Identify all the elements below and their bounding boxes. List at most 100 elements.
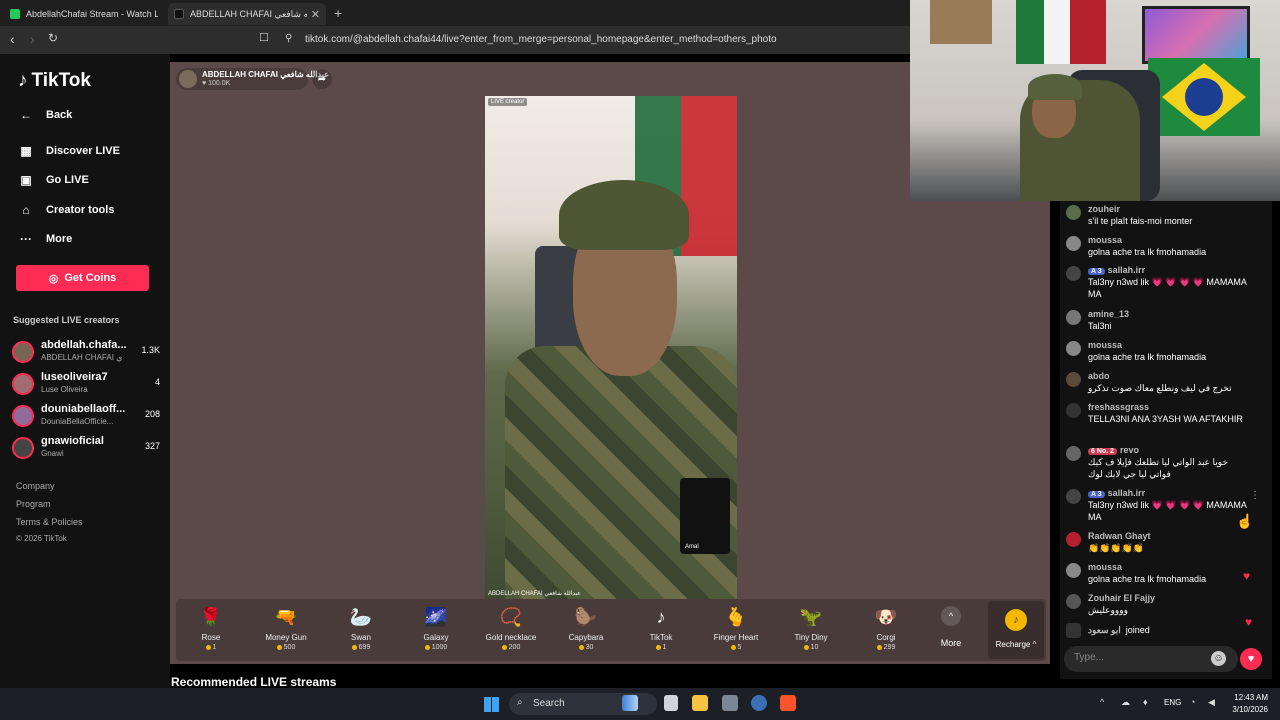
wifi-icon[interactable]: ◔ (1190, 697, 1195, 707)
chat-text: تخرج في ليف ونطلع معاك صوت تذكرو (1088, 383, 1232, 393)
gift-icon: 🌌 (424, 607, 448, 627)
guest-pip-video[interactable] (680, 478, 730, 554)
gift-item[interactable]: ♪ TikTok 1 (625, 605, 697, 651)
chat-username: abdo (1088, 371, 1110, 381)
chat-text: خويا عبد الواتي ليا تطلعك فإيلا ف كيك فو… (1088, 457, 1229, 479)
chat-input[interactable] (1074, 652, 1204, 663)
tray-chevron-icon[interactable]: ^ (1100, 697, 1104, 707)
bookmark-icon[interactable]: ☐ (259, 31, 269, 44)
sidebar-item-label: Creator tools (46, 204, 115, 216)
browser-tab-stream[interactable]: AbdellahChafai Stream - Watch Live o (4, 3, 164, 25)
gift-price: 1000 (400, 644, 472, 651)
suggested-creator[interactable]: gnawioficial Gnawi 327 (12, 435, 162, 463)
microphone-icon[interactable]: ♦ (1143, 697, 1148, 707)
keyboard-language[interactable]: ENG (1164, 698, 1181, 707)
clock[interactable]: 12:43 AM 3/10/2026 (1226, 692, 1268, 716)
emoji-icon[interactable]: ☺ (1211, 651, 1226, 666)
site-info-icon[interactable]: ⚲ (285, 33, 292, 44)
coin-icon (655, 644, 661, 650)
sidebar-item-label: More (46, 233, 73, 245)
video-person-body (505, 346, 737, 600)
gift-price: 699 (325, 644, 397, 651)
username-text: abdo (1088, 371, 1110, 381)
message-options-icon[interactable]: ⋮ (1250, 490, 1260, 501)
chat-username: Radwan Ghayt (1088, 531, 1151, 541)
gift-price: 200 (475, 644, 547, 651)
file-explorer-icon[interactable] (692, 695, 708, 711)
creator-display-name: Gnawi (41, 449, 64, 458)
browser-tab-tiktok[interactable]: ABDELLAH CHAFAI عبدالله شافعي ✕ (168, 3, 326, 25)
chat-text: Tal3ny n3wd lik 💗 💗 💗 💗 MAMAMA MA (1088, 500, 1247, 522)
avatar (12, 341, 34, 363)
like-heart-button[interactable]: ♥ (1240, 648, 1262, 670)
chat-text: Tal3ni (1088, 321, 1112, 331)
viewer-count: 327 (144, 441, 160, 451)
tiktok-logo[interactable]: ♪ TikTok (18, 70, 91, 92)
new-tab-button[interactable]: + (334, 5, 342, 21)
sidebar-item-creator-tools[interactable]: ⌂ Creator tools (18, 203, 114, 217)
creator-name: luseoliveira7 (41, 371, 108, 383)
gift-item[interactable]: 🐶 Corgi 299 (850, 605, 922, 651)
coin-icon: ◎ (48, 272, 59, 285)
share-icon[interactable]: ➦ (312, 69, 332, 89)
avatar (1066, 563, 1081, 578)
footer-company-link[interactable]: Company (16, 481, 55, 491)
creator-name: abdellah.chafa... (41, 339, 127, 351)
gift-item[interactable]: 🌌 Galaxy 1000 (400, 605, 472, 651)
suggested-creator[interactable]: douniabellaoff... DouniaBellaOfficie... … (12, 403, 162, 431)
recharge-button[interactable]: ♪ Recharge ^ (988, 601, 1044, 659)
chat-username: 6 No. 2 revo (1088, 445, 1139, 455)
brave-browser-icon[interactable] (780, 695, 796, 711)
more-gifts-button[interactable]: ^ More (930, 606, 972, 648)
host-info[interactable]: ABDELLAH CHAFAI عبدالله شافعي ♥ 100.0K (176, 68, 329, 90)
reload-icon[interactable]: ↻ (48, 31, 58, 45)
widgets-app-icon[interactable] (622, 695, 638, 711)
windows-start-icon[interactable] (484, 697, 499, 712)
webcam-flag-morocco (1070, 0, 1106, 64)
ellipsis-icon: ··· (20, 232, 32, 246)
sidebar: ♪ TikTok ← Back ▦ Discover LIVE ▣ Go LIV… (0, 54, 170, 688)
chat-text: TELLA3NI ANA 3YASH WA AFTAKHIR (1088, 414, 1243, 424)
gift-item[interactable]: 🌹 Rose 1 (175, 605, 247, 651)
logo-text: TikTok (31, 70, 91, 91)
username-text: zouheir (1088, 204, 1121, 214)
fan-badge: A 3 (1088, 491, 1105, 498)
sidebar-item-more[interactable]: ··· More (18, 232, 72, 246)
guest-pip-label: Amal (685, 544, 699, 550)
suggested-creator[interactable]: abdellah.chafa... ABDELLAH CHAFAI ي 1.3K (12, 339, 162, 367)
sidebar-item-discover-live[interactable]: ▦ Discover LIVE (18, 144, 120, 158)
get-coins-button[interactable]: ◎ Get Coins (16, 265, 149, 291)
gift-item[interactable]: 🔫 Money Gun 500 (250, 605, 322, 651)
username-text: moussa (1088, 562, 1123, 572)
volume-icon[interactable]: ◀ (1208, 697, 1215, 708)
likes-count: 100.0K (208, 80, 231, 87)
forward-nav-icon[interactable]: › (30, 31, 35, 47)
gift-item[interactable]: 🦫 Capybara 30 (550, 605, 622, 651)
gift-item[interactable]: 📿 Gold necklace 200 (475, 605, 547, 651)
get-coins-label: Get Coins (64, 272, 117, 284)
username-text: revo (1119, 445, 1139, 455)
app-icon[interactable] (751, 695, 767, 711)
cloud-icon[interactable]: ☁ (1121, 697, 1130, 708)
more-gifts-label: More (940, 638, 962, 648)
gift-price-value: 1000 (431, 644, 448, 651)
gift-item[interactable]: 🦖 Tiny Diny 10 (775, 605, 847, 651)
footer-program-link[interactable]: Program (16, 499, 51, 509)
live-calendar-icon: ▦ (20, 144, 32, 158)
gift-icon: 📿 (499, 607, 523, 627)
url-field[interactable]: tiktok.com/@abdellah.chafai44/live?enter… (305, 34, 777, 45)
gift-icon: ♪ (656, 607, 666, 627)
close-tab-icon[interactable]: ✕ (311, 8, 320, 21)
back-nav-icon[interactable]: ‹ (10, 31, 15, 47)
camera-app-icon[interactable] (722, 695, 738, 711)
avatar (1066, 205, 1081, 220)
sidebar-item-back[interactable]: ← Back (18, 108, 72, 122)
webcam-flag-globe (1185, 78, 1223, 116)
sidebar-item-go-live[interactable]: ▣ Go LIVE (18, 173, 88, 187)
gift-item[interactable]: 🫰 Finger Heart 5 (700, 605, 772, 651)
suggested-creator[interactable]: luseoliveira7 Luse Oliveira 4 (12, 371, 162, 399)
gift-item[interactable]: 🦢 Swan 699 (325, 605, 397, 651)
footer-terms-link[interactable]: Terms & Policies (16, 517, 83, 527)
avatar (12, 405, 34, 427)
task-view-icon[interactable] (664, 695, 678, 711)
